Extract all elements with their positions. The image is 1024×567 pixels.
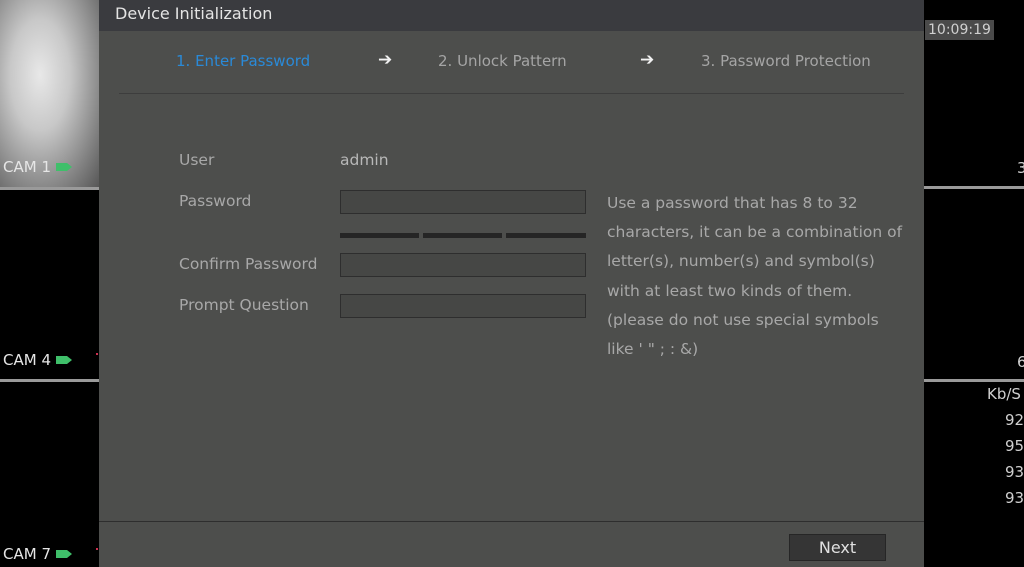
bitrate-value: 92	[1005, 411, 1024, 429]
dialog-title: Device Initialization	[99, 0, 924, 31]
channel-number: 6	[1017, 353, 1024, 371]
step-unlock-pattern: 2. Unlock Pattern	[438, 52, 567, 70]
grid-divider	[924, 186, 1024, 189]
confirm-password-label: Confirm Password	[179, 255, 318, 273]
bitrate-value: 95	[1005, 437, 1024, 455]
device-initialization-dialog: Device Initialization 1. Enter Password …	[99, 0, 924, 567]
password-label: Password	[179, 192, 252, 210]
arrow-right-icon: ➔	[640, 50, 655, 70]
arrow-right-icon: ➔	[378, 50, 393, 70]
password-input[interactable]	[340, 190, 586, 214]
channel-number: 3	[1017, 159, 1024, 177]
grid-divider	[0, 379, 100, 382]
password-strength-segment	[423, 233, 502, 238]
cam7-label: CAM 7	[3, 545, 72, 563]
cam4-label: CAM 4	[3, 351, 72, 369]
divider	[119, 93, 904, 94]
grid-divider	[0, 187, 100, 190]
bitrate-value: 93	[1005, 489, 1024, 507]
password-strength-segment	[340, 233, 419, 238]
record-indicator	[96, 548, 98, 550]
divider	[99, 521, 924, 522]
video-camera-icon	[56, 550, 72, 558]
step-password-protection: 3. Password Protection	[701, 52, 871, 70]
step-enter-password: 1. Enter Password	[176, 52, 311, 70]
prompt-question-label: Prompt Question	[179, 296, 309, 314]
bitrate-unit: Kb/S	[987, 385, 1021, 403]
video-camera-icon	[56, 163, 72, 171]
user-label: User	[179, 151, 215, 169]
next-button[interactable]: Next	[789, 534, 886, 561]
prompt-question-input[interactable]	[340, 294, 586, 318]
record-indicator	[96, 353, 98, 355]
user-value: admin	[340, 151, 389, 169]
password-hint: Use a password that has 8 to 32 characte…	[607, 194, 903, 359]
password-strength-segment	[506, 233, 586, 238]
step-indicator: 1. Enter Password ➔ 2. Unlock Pattern ➔ …	[99, 50, 924, 76]
clock: 10:09:19	[925, 20, 994, 40]
confirm-password-input[interactable]	[340, 253, 586, 277]
grid-divider	[924, 379, 1024, 382]
video-camera-icon	[56, 356, 72, 364]
bitrate-value: 93	[1005, 463, 1024, 481]
cam1-label: CAM 1	[3, 158, 72, 176]
